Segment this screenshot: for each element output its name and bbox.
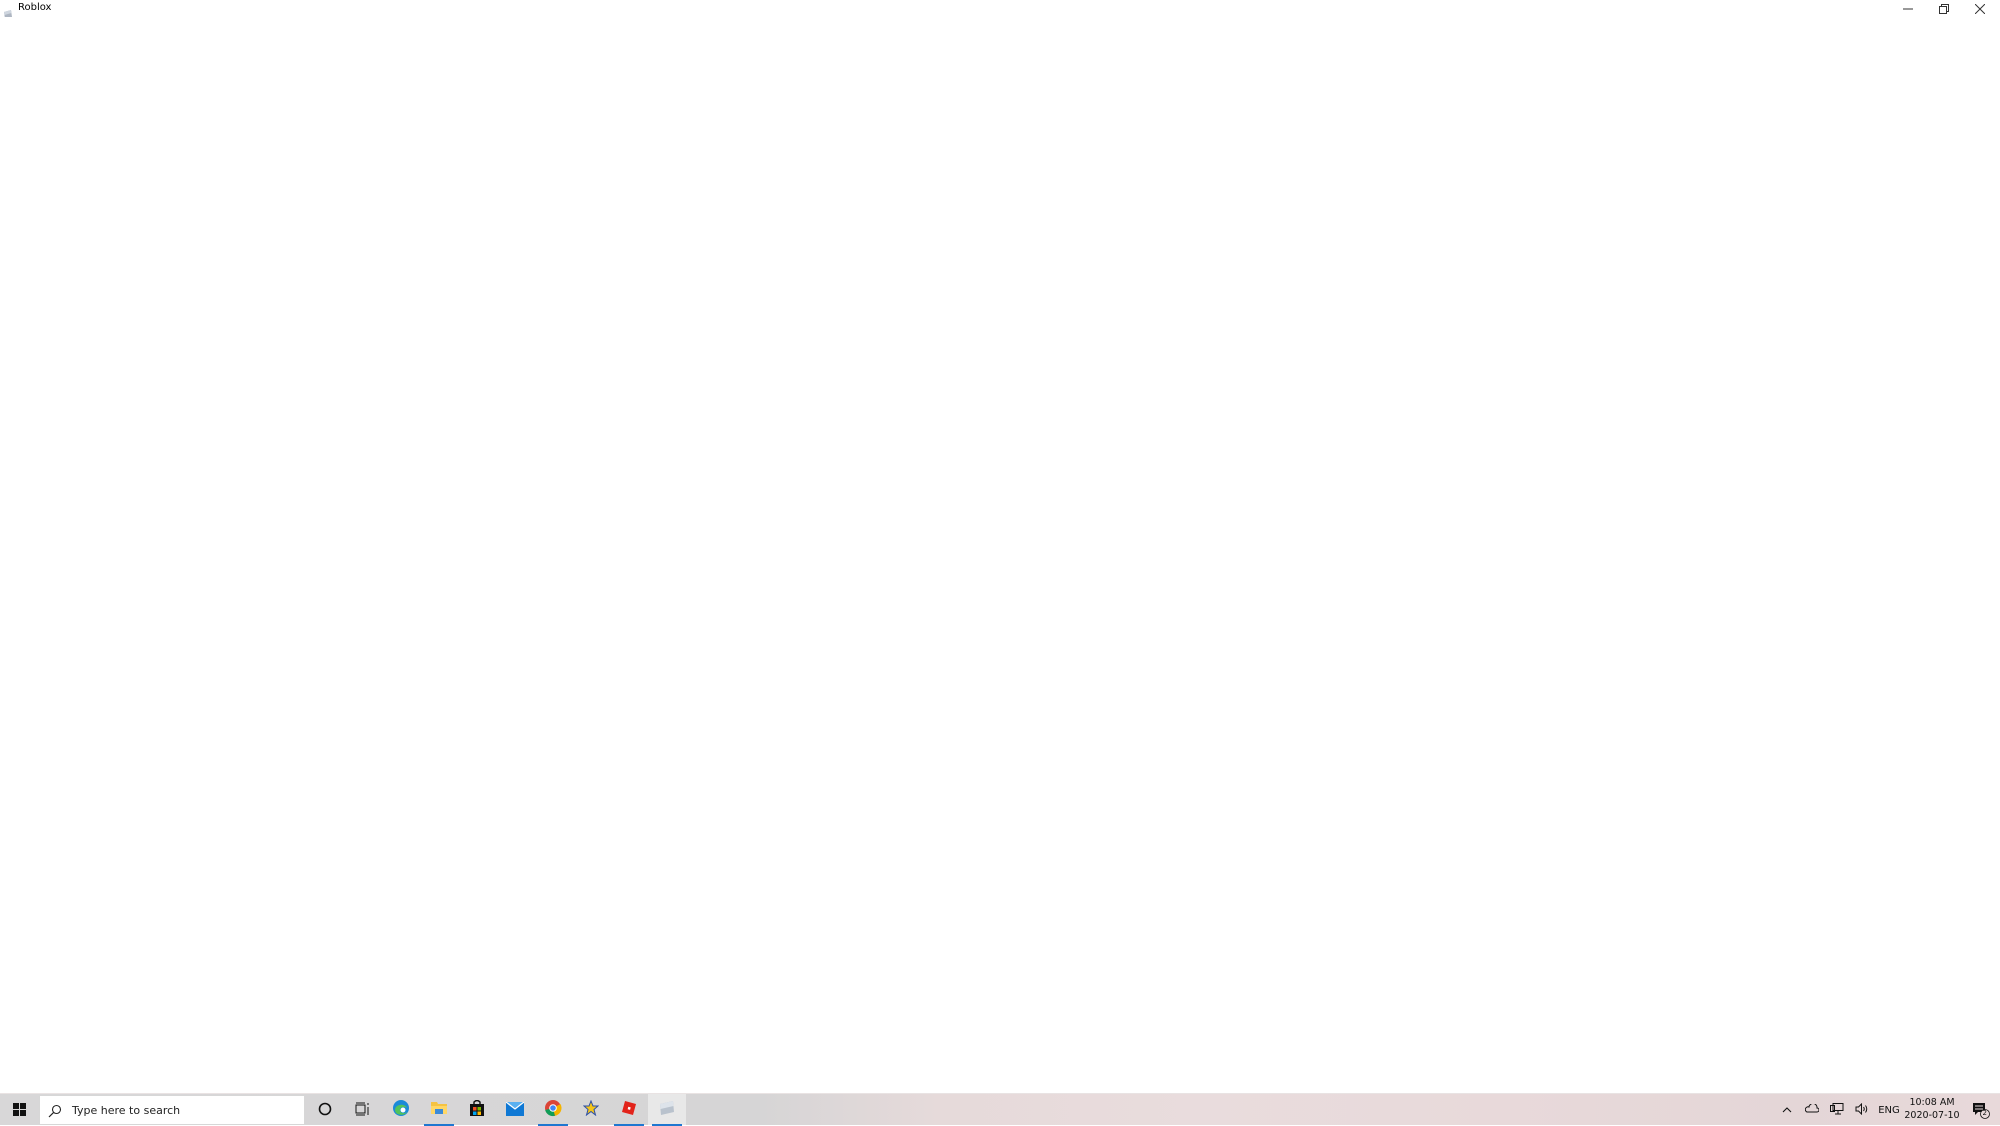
taskbar-item-file-explorer[interactable] <box>420 1094 458 1126</box>
taskbar-item-cortana[interactable] <box>306 1094 344 1126</box>
folder-icon <box>430 1100 448 1120</box>
window-title: Roblox <box>18 2 52 13</box>
taskbar-item-chrome[interactable] <box>534 1094 572 1126</box>
edge-icon <box>392 1099 410 1121</box>
start-button[interactable] <box>0 1094 38 1126</box>
show-hidden-icons-button[interactable] <box>1776 1094 1798 1126</box>
search-icon <box>48 1103 62 1118</box>
mail-icon <box>505 1101 525 1120</box>
cloud-icon <box>1804 1103 1820 1116</box>
search-placeholder: Type here to search <box>72 1103 181 1117</box>
language-indicator[interactable]: ENG <box>1876 1094 1902 1126</box>
taskbar-item-favorites[interactable] <box>572 1094 610 1126</box>
language-label: ENG <box>1878 1104 1900 1116</box>
clock-time: 10:08 AM <box>1909 1097 1955 1108</box>
cortana-circle-icon <box>318 1101 332 1120</box>
minimize-icon <box>1903 0 1913 18</box>
windows-logo-icon <box>12 1101 26 1120</box>
roblox-window: Roblox <box>0 0 2000 1093</box>
star-icon <box>582 1099 600 1120</box>
taskbar-item-edge[interactable] <box>382 1094 420 1126</box>
volume-button[interactable] <box>1851 1094 1873 1126</box>
taskbar-item-roblox-window[interactable] <box>648 1094 686 1126</box>
network-button[interactable] <box>1826 1094 1848 1126</box>
search-input[interactable]: Type here to search <box>39 1095 305 1125</box>
action-center-icon: 2 <box>1972 1101 1990 1119</box>
taskbar-item-task-view[interactable] <box>344 1094 382 1126</box>
network-icon <box>1830 1102 1844 1118</box>
taskbar: Type here to search ENG 10:08 AM 2020-07… <box>0 1093 2000 1126</box>
taskbar-item-store[interactable] <box>458 1094 496 1126</box>
notification-count: 2 <box>1982 1109 1987 1117</box>
store-bag-icon <box>469 1099 485 1121</box>
taskbar-item-mail[interactable] <box>496 1094 534 1126</box>
clock[interactable]: 10:08 AM 2020-07-10 <box>1902 1096 1962 1122</box>
close-button[interactable] <box>1963 0 1997 17</box>
clock-date: 2020-07-10 <box>1904 1110 1960 1121</box>
restore-icon <box>1939 0 1949 18</box>
action-center-button[interactable]: 2 <box>1962 1094 2000 1126</box>
onedrive-button[interactable] <box>1801 1094 1823 1126</box>
restore-button[interactable] <box>1927 0 1961 17</box>
chevron-up-icon <box>1782 1105 1792 1116</box>
task-view-icon <box>355 1101 371 1120</box>
roblox-studio-icon <box>658 1100 676 1120</box>
title-bar[interactable]: Roblox <box>0 0 2000 19</box>
window-content[interactable] <box>0 17 2000 1093</box>
taskbar-item-roblox-player[interactable] <box>610 1094 648 1126</box>
chrome-icon <box>544 1099 562 1121</box>
speaker-icon <box>1855 1102 1869 1118</box>
roblox-icon <box>621 1100 637 1120</box>
minimize-button[interactable] <box>1891 0 1925 17</box>
close-icon <box>1974 0 1986 18</box>
roblox-studio-icon <box>3 4 13 19</box>
